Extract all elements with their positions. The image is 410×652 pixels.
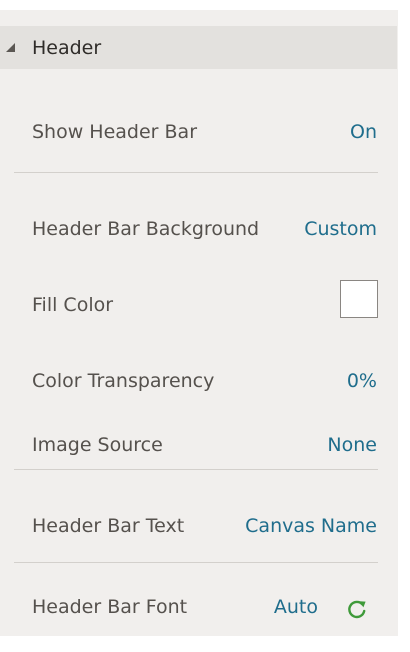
fill-color-row: Fill Color	[0, 280, 398, 320]
image-source-row: Image Source None	[0, 430, 398, 460]
header-bar-text-row: Header Bar Text Canvas Name	[0, 511, 398, 541]
header-bar-background-value[interactable]: Custom	[304, 218, 377, 240]
header-bar-text-label: Header Bar Text	[32, 515, 185, 537]
header-bar-text-value[interactable]: Canvas Name	[245, 515, 377, 537]
header-bar-font-value[interactable]: Auto	[274, 596, 318, 618]
fill-color-swatch[interactable]	[340, 280, 378, 318]
panel-top-edge	[0, 0, 398, 10]
header-bar-background-row: Header Bar Background Custom	[0, 214, 398, 244]
section-title: Header	[32, 37, 102, 59]
collapse-triangle-icon[interactable]	[6, 43, 15, 52]
refresh-icon[interactable]	[346, 598, 368, 620]
color-transparency-row: Color Transparency 0%	[0, 366, 398, 396]
header-section-toggle[interactable]: Header	[0, 26, 397, 69]
image-source-value[interactable]: None	[327, 434, 377, 456]
header-bar-font-row: Header Bar Font Auto	[0, 592, 398, 622]
header-bar-font-label: Header Bar Font	[32, 596, 188, 618]
color-transparency-label: Color Transparency	[32, 370, 215, 392]
show-header-bar-row: Show Header Bar On	[0, 117, 398, 147]
divider	[14, 469, 378, 470]
image-source-label: Image Source	[32, 434, 163, 456]
fill-color-label: Fill Color	[32, 294, 114, 316]
divider	[14, 172, 378, 173]
show-header-bar-value[interactable]: On	[350, 121, 377, 143]
show-header-bar-label: Show Header Bar	[32, 121, 198, 143]
divider	[14, 562, 378, 563]
header-bar-background-label: Header Bar Background	[32, 218, 260, 240]
color-transparency-value[interactable]: 0%	[347, 370, 377, 392]
properties-panel: Header Show Header Bar On Header Bar Bac…	[0, 0, 398, 636]
